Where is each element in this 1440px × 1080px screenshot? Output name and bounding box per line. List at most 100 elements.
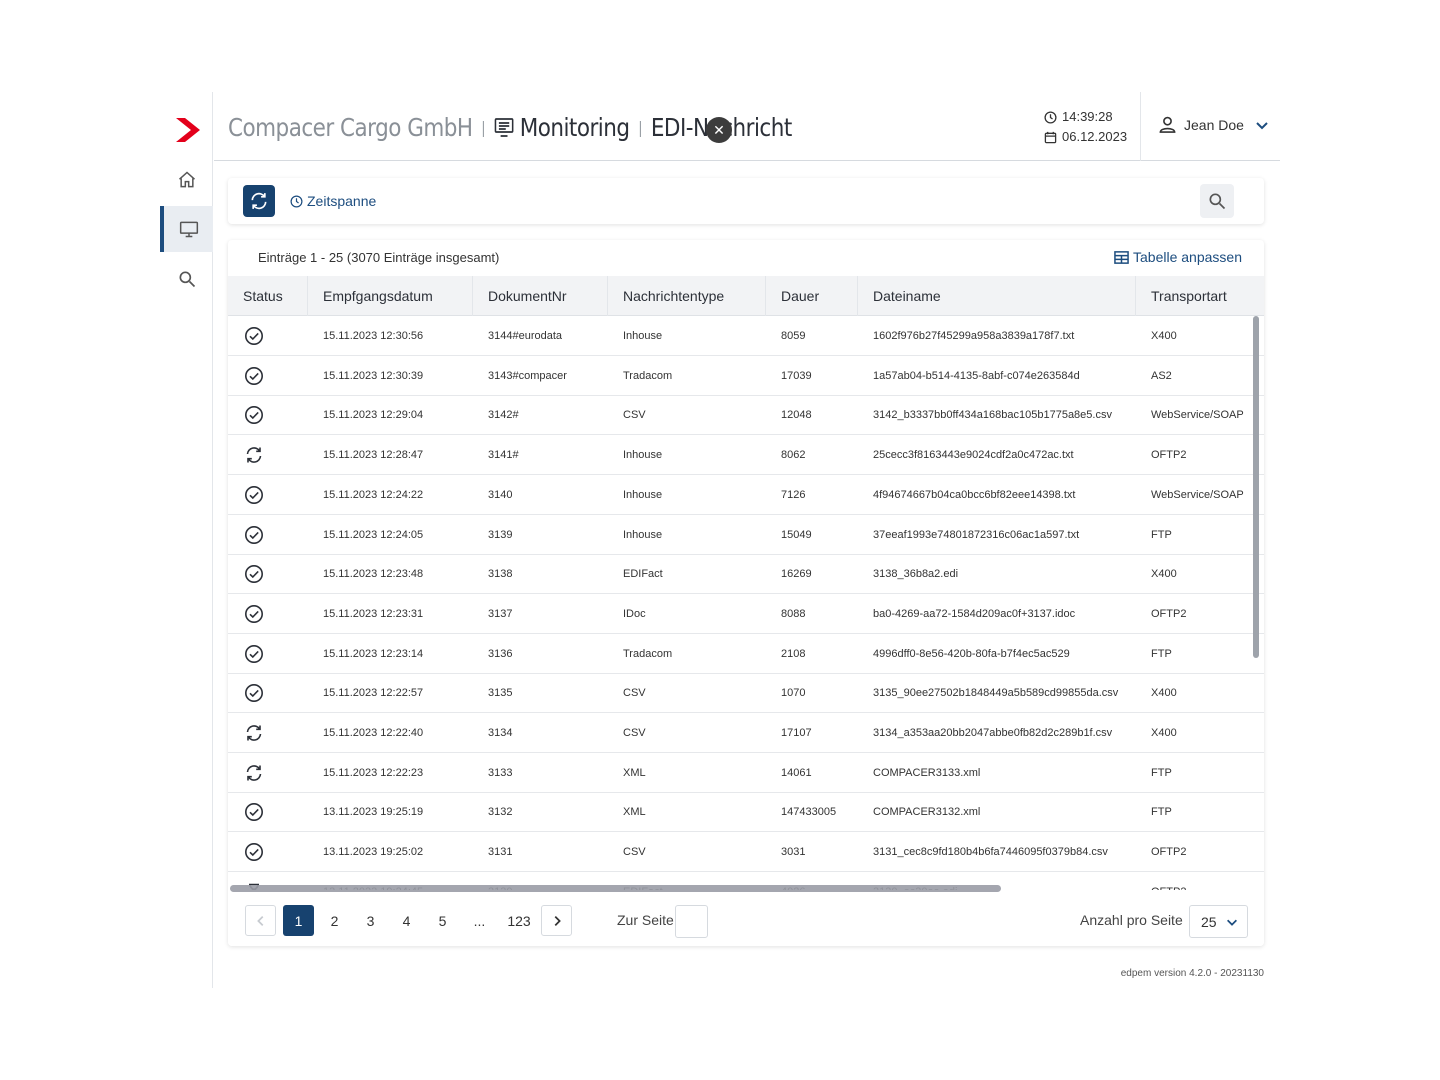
- per-page-select[interactable]: 25: [1189, 905, 1248, 938]
- page-ellipsis: ...: [464, 905, 495, 936]
- search-icon: [177, 269, 197, 289]
- cell-transportart: AS2: [1151, 356, 1172, 396]
- column-header-empfangsdatum[interactable]: Empfgangsdatum: [308, 276, 473, 316]
- status-cell: [244, 395, 264, 435]
- table-row[interactable]: 15.11.2023 12:22:403134CSV171073134_a353…: [228, 713, 1264, 753]
- table-row[interactable]: 15.11.2023 12:29:043142#CSV120483142_b33…: [228, 395, 1264, 435]
- column-header-nachrichtentype[interactable]: Nachrichtentype: [608, 276, 766, 316]
- cell-dokumentnr: 3141#: [488, 435, 519, 475]
- cell-empfangsdatum: 15.11.2023 12:29:04: [323, 395, 423, 435]
- cell-dauer: 3031: [781, 832, 805, 872]
- clock-icon: [290, 195, 303, 208]
- cell-dokumentnr: 3136: [488, 634, 512, 674]
- nav-monitoring-button[interactable]: [160, 206, 213, 252]
- cell-nachrichtentype: CSV: [623, 832, 646, 872]
- page-button-4[interactable]: 4: [391, 905, 422, 936]
- horizontal-scrollbar[interactable]: [230, 885, 1001, 892]
- status-cell: [244, 316, 264, 356]
- per-page-value: 25: [1201, 914, 1217, 930]
- customize-table-button[interactable]: Tabelle anpassen: [1114, 249, 1242, 265]
- status-cell: [244, 713, 264, 753]
- cell-dokumentnr: 3138: [488, 554, 512, 594]
- page-button-1[interactable]: 1: [283, 905, 314, 936]
- table-row[interactable]: 15.11.2023 12:23:483138EDIFact162693138_…: [228, 554, 1264, 594]
- page-button-5[interactable]: 5: [427, 905, 458, 936]
- sync-icon: [244, 723, 264, 743]
- column-header-dokumentnr[interactable]: DokumentNr: [473, 276, 608, 316]
- cell-empfangsdatum: 15.11.2023 12:24:22: [323, 475, 423, 515]
- cell-empfangsdatum: 15.11.2023 12:30:56: [323, 316, 423, 356]
- cell-empfangsdatum: 15.11.2023 12:23:31: [323, 594, 423, 634]
- cell-nachrichtentype: IDoc: [623, 594, 646, 634]
- zeitspanne-filter[interactable]: Zeitspanne: [290, 193, 376, 209]
- table-row[interactable]: 15.11.2023 12:28:473141#Inhouse806225cec…: [228, 435, 1264, 475]
- table-row[interactable]: 13.11.2023 19:25:193132XML147433005COMPA…: [228, 792, 1264, 832]
- chevron-down-icon: [1225, 915, 1239, 929]
- column-header-dauer[interactable]: Dauer: [766, 276, 858, 316]
- cell-dauer: 2108: [781, 634, 805, 674]
- cell-dauer: 12048: [781, 395, 812, 435]
- table-row[interactable]: 15.11.2023 12:23:143136Tradacom21084996d…: [228, 634, 1264, 674]
- cell-dateiname: COMPACER3133.xml: [873, 753, 980, 793]
- table-row[interactable]: 15.11.2023 12:23:313137IDoc8088ba0-4269-…: [228, 594, 1264, 634]
- column-header-status[interactable]: Status: [228, 276, 308, 316]
- table-row[interactable]: 15.11.2023 12:30:563144#eurodataInhouse8…: [228, 316, 1264, 356]
- current-date: 06.12.2023: [1062, 127, 1127, 147]
- cell-dokumentnr: 3134: [488, 713, 512, 753]
- user-name: Jean Doe: [1184, 117, 1244, 133]
- monitoring-list-icon: [494, 115, 515, 139]
- per-page-label: Anzahl pro Seite: [1080, 912, 1183, 928]
- cell-dokumentnr: 3142#: [488, 395, 519, 435]
- table-row[interactable]: 15.11.2023 12:22:573135CSV10703135_90ee2…: [228, 673, 1264, 713]
- chevron-left-icon: [254, 914, 268, 928]
- cell-nachrichtentype: Tradacom: [623, 634, 672, 674]
- cell-dateiname: 1a57ab04-b514-4135-8abf-c074e263584d: [873, 356, 1080, 396]
- table-row[interactable]: 15.11.2023 12:24:223140Inhouse71264f9467…: [228, 475, 1264, 515]
- page-button-2[interactable]: 2: [319, 905, 350, 936]
- cell-nachrichtentype: CSV: [623, 673, 646, 713]
- table-row[interactable]: 13.11.2023 19:25:023131CSV30313131_cec8c…: [228, 832, 1264, 872]
- cell-dateiname: COMPACER3132.xml: [873, 792, 980, 832]
- breadcrumb-monitoring[interactable]: Monitoring: [494, 113, 630, 142]
- cell-nachrichtentype: EDIFact: [623, 554, 663, 594]
- goto-page-input[interactable]: [675, 905, 708, 938]
- nav-home-button[interactable]: [160, 157, 213, 203]
- table-row[interactable]: 15.11.2023 12:22:233133XML14061COMPACER3…: [228, 753, 1264, 793]
- check-circle-icon: [244, 604, 264, 624]
- header-divider: [1140, 92, 1141, 161]
- status-cell: [244, 832, 264, 872]
- page-button-123[interactable]: 123: [501, 905, 537, 936]
- cell-nachrichtentype: Inhouse: [623, 475, 662, 515]
- close-icon[interactable]: ✕: [706, 117, 732, 143]
- status-cell: [244, 356, 264, 396]
- table-icon: [1114, 250, 1129, 265]
- search-button[interactable]: [1200, 184, 1234, 218]
- page-button-3[interactable]: 3: [355, 905, 386, 936]
- brand-logo: [176, 116, 202, 144]
- nav-search-button[interactable]: [160, 256, 213, 302]
- table-row[interactable]: 15.11.2023 12:30:393143#compacerTradacom…: [228, 356, 1264, 396]
- check-circle-icon: [244, 644, 264, 664]
- filter-bar: Zeitspanne: [228, 178, 1264, 224]
- cell-dateiname: 4f94674667b04ca0bcc6bf82eee14398.txt: [873, 475, 1075, 515]
- cell-nachrichtentype: XML: [623, 792, 646, 832]
- pagination: Zur Seite Anzahl pro Seite 25 12345...12…: [228, 895, 1264, 946]
- refresh-button[interactable]: [243, 185, 275, 217]
- column-header-dateiname[interactable]: Dateiname: [858, 276, 1136, 316]
- cell-dauer: 14061: [781, 753, 812, 793]
- cell-transportart: FTP: [1151, 792, 1172, 832]
- cell-dokumentnr: 3144#eurodata: [488, 316, 562, 356]
- cell-dauer: 8088: [781, 594, 805, 634]
- prev-page-button[interactable]: [245, 905, 276, 936]
- cell-empfangsdatum: 13.11.2023 19:25:19: [323, 792, 423, 832]
- cell-empfangsdatum: 15.11.2023 12:22:23: [323, 753, 423, 793]
- cell-nachrichtentype: Inhouse: [623, 316, 662, 356]
- table-row[interactable]: 15.11.2023 12:24:053139Inhouse1504937eea…: [228, 515, 1264, 555]
- vertical-scrollbar[interactable]: [1253, 316, 1259, 658]
- column-header-transportart[interactable]: Transportart: [1136, 276, 1264, 316]
- next-page-button[interactable]: [541, 905, 572, 936]
- user-menu[interactable]: Jean Doe: [1158, 115, 1270, 134]
- cell-nachrichtentype: Tradacom: [623, 356, 672, 396]
- cell-transportart: WebService/SOAP: [1151, 475, 1244, 515]
- cell-dauer: 7126: [781, 475, 805, 515]
